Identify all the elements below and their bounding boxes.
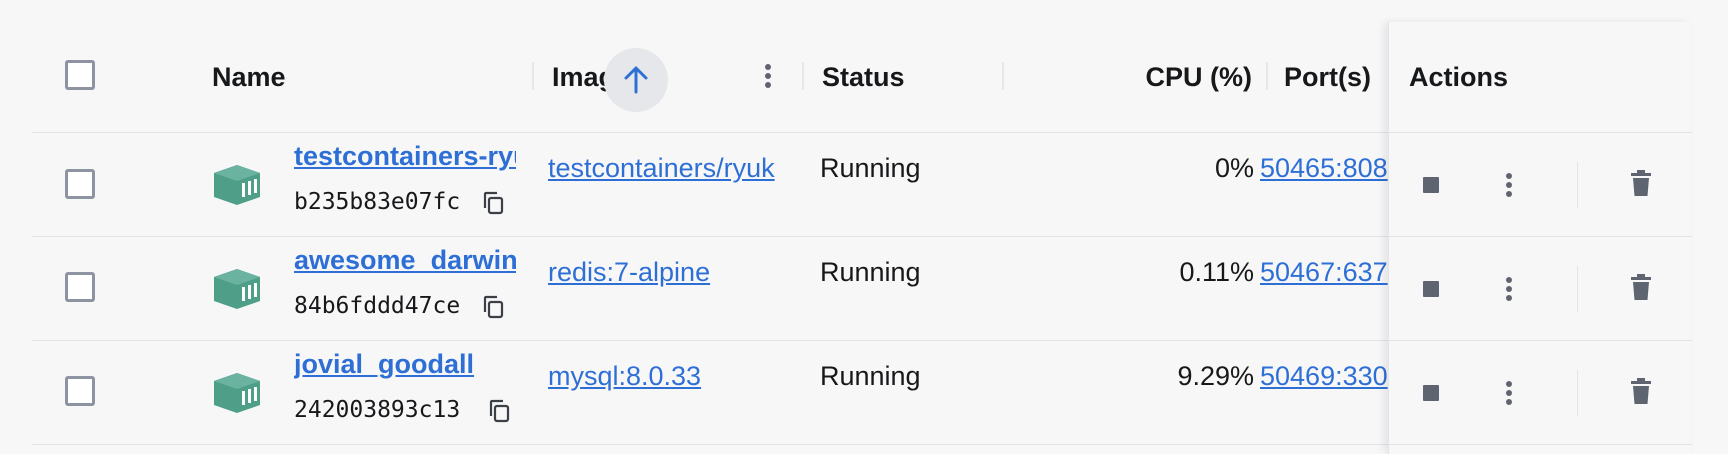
column-header-name[interactable]: Name: [212, 62, 286, 93]
copy-icon[interactable]: [488, 399, 510, 428]
status-text: Running: [820, 257, 921, 287]
trash-icon[interactable]: [1631, 378, 1651, 409]
port-link[interactable]: 50465:808: [1260, 153, 1390, 184]
image-link[interactable]: redis:7-alpine: [548, 257, 710, 288]
copy-icon[interactable]: [482, 295, 504, 324]
status-text: Running: [820, 153, 921, 183]
container-id: 242003893c13: [294, 397, 461, 423]
sort-ascending-button[interactable]: [604, 48, 668, 112]
kebab-menu-icon[interactable]: [1505, 171, 1513, 204]
column-divider[interactable]: [532, 62, 534, 90]
column-header-ports[interactable]: Port(s): [1284, 62, 1371, 93]
port-link[interactable]: 50469:330: [1260, 361, 1390, 392]
column-divider[interactable]: [1266, 62, 1268, 90]
column-divider[interactable]: [1002, 62, 1004, 90]
trash-icon[interactable]: [1631, 274, 1651, 305]
copy-icon[interactable]: [482, 191, 504, 220]
container-name-link[interactable]: jovial_goodall: [294, 349, 516, 380]
column-header-actions: Actions: [1409, 62, 1509, 92]
container-id: b235b83e07fc: [294, 189, 461, 215]
trash-icon[interactable]: [1631, 170, 1651, 201]
cpu-value: 9.29%: [1177, 361, 1254, 391]
actions-column: Actions: [1388, 22, 1691, 454]
stop-icon[interactable]: [1423, 385, 1439, 401]
kebab-menu-icon[interactable]: [764, 62, 772, 90]
cpu-value: 0.11%: [1179, 257, 1254, 287]
container-icon: [212, 163, 262, 212]
container-name-link[interactable]: awesome_darwin: [294, 245, 516, 276]
container-icon: [212, 371, 262, 420]
row-checkbox[interactable]: [65, 272, 95, 302]
image-link[interactable]: testcontainers/ryuk: [548, 153, 775, 184]
arrow-up-icon: [624, 66, 648, 94]
port-link[interactable]: 50467:637: [1260, 257, 1390, 288]
status-text: Running: [820, 361, 921, 391]
kebab-menu-icon[interactable]: [1505, 379, 1513, 412]
select-all-checkbox[interactable]: [65, 60, 95, 90]
column-header-cpu[interactable]: CPU (%): [1042, 62, 1253, 93]
row-checkbox[interactable]: [65, 376, 95, 406]
container-icon: [212, 267, 262, 316]
stop-icon[interactable]: [1423, 281, 1439, 297]
kebab-menu-icon[interactable]: [1505, 275, 1513, 308]
image-link[interactable]: mysql:8.0.33: [548, 361, 701, 392]
column-divider[interactable]: [802, 62, 804, 90]
container-id: 84b6fddd47ce: [294, 293, 461, 319]
container-name-link[interactable]: testcontainers-ryu: [294, 141, 516, 172]
cpu-value: 0%: [1214, 153, 1254, 183]
stop-icon[interactable]: [1423, 177, 1439, 193]
row-checkbox[interactable]: [65, 169, 95, 199]
column-header-status[interactable]: Status: [822, 62, 905, 93]
